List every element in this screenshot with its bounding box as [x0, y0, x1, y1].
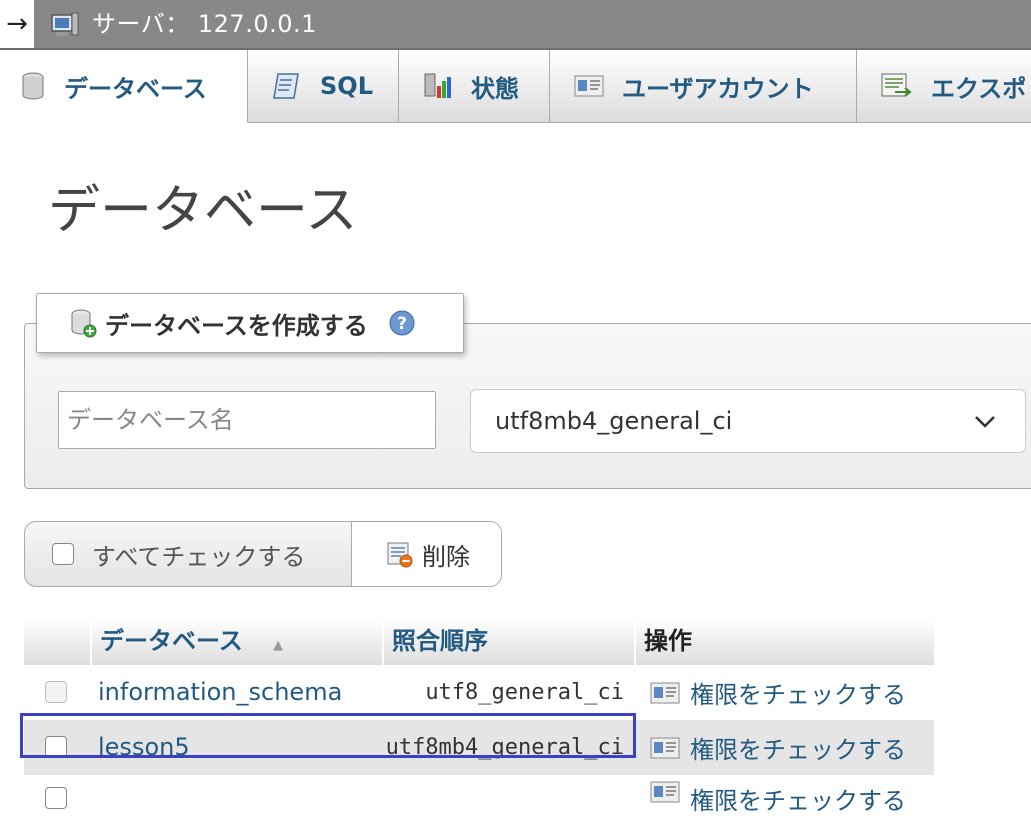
check-all-toggle[interactable]: すべてチェックする: [25, 522, 351, 586]
check-all-checkbox[interactable]: [52, 543, 74, 565]
privileges-icon: [650, 781, 680, 803]
sql-icon: [273, 73, 299, 99]
header-actions: 操作: [634, 619, 934, 665]
tab-databases[interactable]: データベース: [0, 50, 248, 123]
header-database[interactable]: データベース ▲: [90, 619, 382, 665]
tab-export[interactable]: エクスポ: [857, 50, 1031, 122]
help-icon[interactable]: ?: [388, 309, 416, 337]
arrow-icon[interactable]: →: [0, 0, 34, 48]
bulk-actions-bar: すべてチェックする 削除: [24, 521, 502, 587]
check-all-label: すべてチェックする: [92, 542, 306, 571]
tab-label: データベース: [64, 74, 207, 103]
table-header: データベース ▲ 照合順序 操作: [24, 619, 934, 665]
user-accounts-icon: [574, 75, 604, 97]
status-chart-icon: [424, 73, 451, 98]
privileges-icon: [650, 737, 680, 758]
header-collation-label: 照合順序: [392, 627, 488, 655]
delete-icon: [387, 542, 413, 568]
tab-label: エクスポ: [931, 74, 1027, 103]
tab-label: ユーザアカウント: [622, 74, 814, 103]
page-title: データベース: [48, 181, 358, 241]
check-privileges-label: 権限をチェックする: [690, 736, 906, 764]
check-privileges-link[interactable]: 権限をチェックする: [650, 665, 906, 720]
row-checkbox[interactable]: [45, 681, 67, 703]
server-title[interactable]: サーバ： 127.0.0.1: [92, 0, 317, 48]
check-privileges-label: 権限をチェックする: [690, 787, 906, 815]
check-privileges-label: 権限をチェックする: [690, 681, 906, 709]
tab-status[interactable]: 状態: [399, 50, 550, 122]
privileges-icon: [650, 682, 680, 703]
database-name-input[interactable]: [58, 391, 436, 449]
chevron-down-icon: [975, 416, 995, 428]
header-collation[interactable]: 照合順序: [382, 619, 634, 665]
database-name-link[interactable]: information_schema: [98, 665, 342, 720]
export-icon: [881, 73, 912, 97]
table-row: information_schema utf8_general_ci 権限をチェ…: [24, 665, 934, 720]
main-tabs: データベース SQL 状態 ユーザアカウント エクスポ: [0, 50, 1031, 123]
header-checkbox-column: [24, 619, 90, 665]
delete-label: 削除: [422, 542, 470, 571]
tab-user-accounts[interactable]: ユーザアカウント: [550, 50, 857, 122]
delete-button[interactable]: 削除: [351, 522, 501, 586]
header-actions-label: 操作: [644, 627, 692, 655]
tab-label: SQL: [320, 72, 373, 100]
check-privileges-link[interactable]: 権限をチェックする: [650, 720, 906, 775]
database-icon: [22, 72, 44, 100]
collation-select[interactable]: utf8mb4_general_ci: [470, 389, 1026, 453]
collation-value: utf8_general_ci: [425, 680, 624, 705]
selection-highlight-box: [20, 713, 636, 758]
header-database-label: データベース: [100, 627, 243, 655]
row-checkbox[interactable]: [45, 787, 67, 809]
collation-selected-value: utf8mb4_general_ci: [495, 407, 733, 435]
check-privileges-link[interactable]: 権限をチェックする: [650, 775, 906, 830]
tab-label: 状態: [471, 74, 519, 103]
svg-text:?: ?: [397, 314, 407, 334]
table-row: 権限をチェックする: [24, 775, 934, 830]
server-breadcrumb-bar: → サーバ： 127.0.0.1: [0, 0, 1031, 50]
tab-sql[interactable]: SQL: [248, 50, 399, 122]
database-add-icon: [71, 309, 97, 338]
create-database-legend: データベースを作成する ?: [36, 293, 464, 353]
sort-ascending-icon: ▲: [273, 638, 284, 653]
server-icon: [51, 12, 79, 36]
create-database-title: データベースを作成する: [105, 311, 368, 340]
